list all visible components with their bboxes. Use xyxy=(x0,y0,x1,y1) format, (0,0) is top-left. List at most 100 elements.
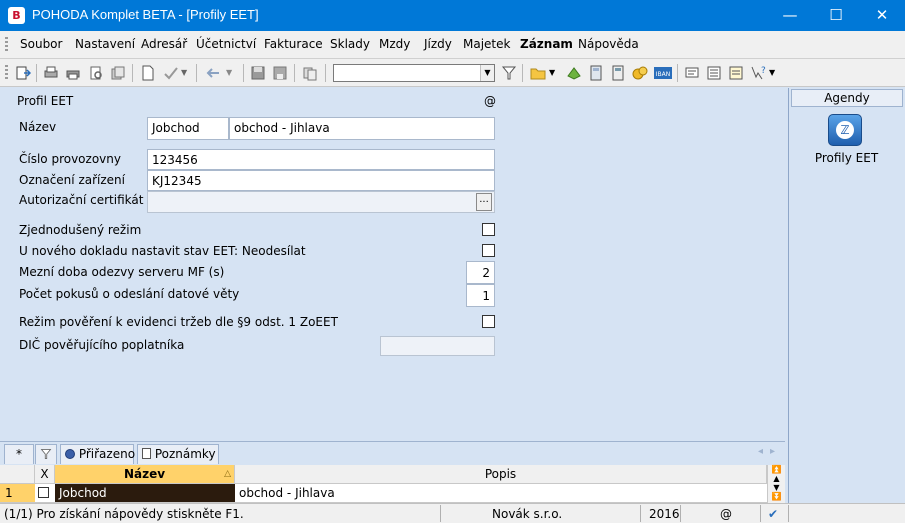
toolbar-separator xyxy=(132,64,133,82)
rezim-povereni-label: Režim pověření k evidenci tržeb dle §9 o… xyxy=(19,315,338,329)
menu-sklady[interactable]: Sklady xyxy=(330,37,370,51)
column-header-nazev[interactable]: Název △ xyxy=(55,465,235,484)
row-checkbox-cell[interactable] xyxy=(35,484,55,503)
detail-tabs: * Přiřazeno Poznámky ◂ ▸ xyxy=(0,441,785,465)
eet-profile-icon[interactable]: ℤ xyxy=(828,114,862,146)
window-title: POHODA Komplet BETA - [Profily EET] xyxy=(32,7,259,22)
pocet-pokusu-input[interactable]: 1 xyxy=(466,284,495,307)
scroll-up-icon[interactable]: ▲ xyxy=(768,474,785,483)
scroll-left-icon[interactable]: ◂ xyxy=(758,446,763,457)
coins-icon[interactable] xyxy=(632,65,648,81)
scroll-top-icon[interactable]: ⏫ xyxy=(768,465,785,474)
chevron-down-icon[interactable]: ▼ xyxy=(769,65,785,81)
duplicate-icon[interactable] xyxy=(302,65,318,81)
chevron-down-icon[interactable]: ▼ xyxy=(181,65,197,81)
svg-text:?: ? xyxy=(761,66,766,76)
folder-icon[interactable] xyxy=(530,65,546,81)
quick-search-combobox[interactable]: ▼ xyxy=(333,64,495,82)
scroll-bottom-icon[interactable]: ⏬ xyxy=(768,492,785,501)
copy-report-icon[interactable] xyxy=(110,65,126,81)
back-arrow-icon[interactable] xyxy=(205,65,221,81)
column-header-popis[interactable]: Popis xyxy=(235,465,767,484)
agendy-panel: Agendy ℤ Profily EET xyxy=(788,88,905,503)
menu-ucetnictvi[interactable]: Účetnictví xyxy=(196,37,256,51)
menu-mzdy[interactable]: Mzdy xyxy=(379,37,410,51)
dic-input[interactable] xyxy=(380,336,495,356)
scroll-down-icon[interactable]: ▼ xyxy=(768,483,785,492)
list-icon[interactable] xyxy=(706,65,722,81)
nazev-code-input[interactable]: Jobchod xyxy=(147,117,229,140)
accounting-icon[interactable] xyxy=(566,65,582,81)
menu-jizdy[interactable]: Jízdy xyxy=(424,37,452,51)
iban-icon[interactable]: IBAN xyxy=(654,65,672,81)
menu-napoveda[interactable]: Nápověda xyxy=(578,37,639,51)
row-index[interactable]: 1 xyxy=(0,484,35,503)
novy-doklad-checkbox[interactable] xyxy=(482,244,495,257)
menu-soubor[interactable]: Soubor xyxy=(20,37,62,51)
mezni-doba-input[interactable]: 2 xyxy=(466,261,495,284)
nazev-text-input[interactable]: obchod - Jihlava xyxy=(229,117,495,140)
minimize-button[interactable]: — xyxy=(767,0,813,31)
eet-profile-glyph-icon: ℤ xyxy=(836,121,854,139)
calculator-2-icon[interactable] xyxy=(610,65,626,81)
pocet-pokusu-label: Počet pokusů o odeslání datové věty xyxy=(19,287,240,301)
row-nazev-cell[interactable]: Jobchod xyxy=(55,484,235,503)
menu-majetek[interactable]: Majetek xyxy=(463,37,510,51)
row-number-header xyxy=(0,465,35,484)
column-header-nazev-label: Název xyxy=(123,467,166,481)
menu-adresar[interactable]: Adresář xyxy=(141,37,187,51)
exit-agenda-icon[interactable] xyxy=(15,65,31,81)
message-icon[interactable] xyxy=(684,65,700,81)
help-icon[interactable]: ? xyxy=(750,65,766,81)
menu-nastaveni[interactable]: Nastavení xyxy=(75,37,135,51)
email-at-icon[interactable]: @ xyxy=(484,94,496,108)
agendy-header: Agendy xyxy=(791,89,903,107)
filter-icon[interactable] xyxy=(501,65,517,81)
save-all-icon[interactable] xyxy=(272,65,288,81)
toolbar-separator xyxy=(325,64,326,82)
chevron-down-icon[interactable]: ▼ xyxy=(549,65,565,81)
menu-grip[interactable] xyxy=(5,37,8,53)
rezim-povereni-checkbox[interactable] xyxy=(482,315,495,328)
certifikat-input[interactable] xyxy=(147,191,495,213)
status-email-at[interactable]: @ xyxy=(720,507,732,521)
grid-scrollbar[interactable]: ⏫ ▲ ▼ ⏬ xyxy=(767,465,785,503)
print-icon[interactable] xyxy=(65,65,81,81)
row-checkbox[interactable] xyxy=(38,487,49,498)
chevron-down-icon[interactable]: ▼ xyxy=(480,65,494,81)
maximize-button[interactable]: ☐ xyxy=(813,0,859,31)
print-setup-icon[interactable] xyxy=(43,65,59,81)
tab-poznamky[interactable]: Poznámky xyxy=(137,444,219,464)
column-header-x[interactable]: X xyxy=(35,465,55,484)
zjednoduseny-checkbox[interactable] xyxy=(482,223,495,236)
check-record-icon[interactable] xyxy=(163,65,179,81)
status-separator xyxy=(440,505,441,522)
tab-filter[interactable] xyxy=(35,444,57,464)
agenda-item-profily-eet[interactable]: Profily EET xyxy=(789,151,904,165)
calculator-icon[interactable] xyxy=(588,65,604,81)
scroll-right-icon[interactable]: ▸ xyxy=(770,446,775,457)
provozovna-input[interactable]: 123456 xyxy=(147,149,495,170)
toolbar-grip[interactable] xyxy=(5,65,8,81)
status-separator xyxy=(640,505,641,522)
zarizeni-input[interactable]: KJ12345 xyxy=(147,170,495,191)
notes-icon[interactable] xyxy=(728,65,744,81)
print-preview-icon[interactable] xyxy=(88,65,104,81)
status-separator xyxy=(760,505,761,522)
signature-check-icon[interactable]: ✔ xyxy=(768,507,778,521)
pohoda-app-icon: B xyxy=(8,7,25,24)
tab-all[interactable]: * xyxy=(4,444,34,464)
tab-prirazeno[interactable]: Přiřazeno xyxy=(60,444,135,464)
dic-label: DIČ pověřujícího poplatníka xyxy=(19,338,185,352)
menu-zaznam[interactable]: Záznam xyxy=(520,37,573,51)
sort-asc-icon: △ xyxy=(224,469,231,479)
browse-certificate-button[interactable]: ... xyxy=(476,193,492,211)
zjednoduseny-label: Zjednodušený režim xyxy=(19,223,142,237)
chevron-down-icon[interactable]: ▼ xyxy=(226,65,242,81)
close-button[interactable]: ✕ xyxy=(859,0,905,31)
toolbar-separator xyxy=(677,64,678,82)
new-record-icon[interactable] xyxy=(140,65,156,81)
save-icon[interactable] xyxy=(250,65,266,81)
row-popis-cell[interactable]: obchod - Jihlava xyxy=(235,484,767,503)
menu-fakturace[interactable]: Fakturace xyxy=(264,37,323,51)
